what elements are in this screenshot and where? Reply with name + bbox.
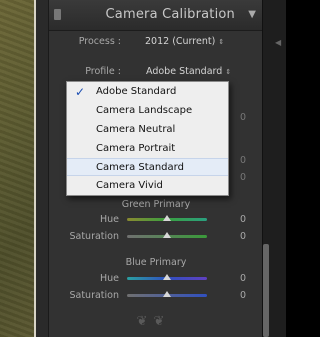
photo-preview — [0, 0, 34, 337]
panel-enable-toggle[interactable] — [54, 9, 61, 20]
green-hue-value[interactable]: 0 — [240, 214, 246, 225]
menu-item-camera-standard[interactable]: Camera Standard — [67, 158, 228, 176]
blue-hue-label: Hue — [99, 273, 119, 284]
blue-saturation-thumb[interactable] — [163, 291, 171, 297]
menu-item-camera-portrait[interactable]: Camera Portrait — [67, 140, 228, 158]
process-value: 2012 (Current) — [145, 36, 216, 47]
profile-value: Adobe Standard — [146, 66, 223, 77]
blue-saturation-label: Saturation — [69, 290, 119, 301]
menu-item-adobe-standard[interactable]: ✓ Adobe Standard — [67, 83, 228, 101]
menu-item-label: Camera Standard — [96, 162, 184, 173]
green-saturation-label: Saturation — [69, 231, 119, 242]
triangle-left-icon[interactable]: ◀ — [275, 38, 281, 47]
blue-saturation-value[interactable]: 0 — [240, 290, 246, 301]
green-saturation-thumb[interactable] — [163, 232, 171, 238]
menu-item-label: Camera Neutral — [96, 124, 176, 135]
scrollbar-thumb[interactable] — [263, 244, 269, 337]
blue-hue-value[interactable]: 0 — [240, 273, 246, 284]
checkmark-icon: ✓ — [75, 85, 86, 99]
slider-value: 0 — [239, 172, 246, 183]
profile-label: Profile : — [85, 66, 121, 77]
photo-canvas — [0, 0, 48, 337]
menu-item-label: Camera Vivid — [96, 180, 163, 191]
slider-value: 0 — [239, 112, 246, 123]
panel-title: Camera Calibration — [105, 7, 235, 22]
profile-select[interactable]: Adobe Standard ⇕ — [146, 66, 231, 77]
menu-item-label: Camera Landscape — [96, 105, 193, 116]
panel-scrollbar[interactable]: ◀ — [262, 0, 286, 337]
green-saturation-value[interactable]: 0 — [240, 231, 246, 242]
blue-primary-title: Blue Primary — [125, 257, 187, 268]
panel-header[interactable]: Camera Calibration ▼ — [49, 0, 262, 31]
blue-hue-thumb[interactable] — [163, 274, 171, 280]
updown-caret-icon: ⇕ — [225, 68, 232, 76]
panel-end-ornament-icon: ❦ ❦ — [136, 314, 166, 329]
green-hue-thumb[interactable] — [163, 215, 171, 221]
triangle-down-icon[interactable]: ▼ — [248, 9, 256, 20]
updown-caret-icon: ⇕ — [218, 38, 225, 46]
slider-value: 0 — [239, 155, 246, 166]
menu-item-camera-vivid[interactable]: Camera Vivid — [67, 177, 228, 195]
menu-item-label: Adobe Standard — [96, 86, 177, 97]
process-select[interactable]: 2012 (Current) ⇕ — [145, 36, 224, 47]
green-primary-title: Green Primary — [121, 199, 191, 210]
menu-item-camera-neutral[interactable]: Camera Neutral — [67, 121, 228, 139]
profile-dropdown-menu: ✓ Adobe Standard Camera Landscape Camera… — [66, 81, 229, 196]
menu-item-label: Camera Portrait — [96, 143, 176, 154]
menu-item-camera-landscape[interactable]: Camera Landscape — [67, 102, 228, 120]
photo-border — [34, 0, 36, 337]
green-hue-label: Hue — [99, 214, 119, 225]
process-label: Process : — [78, 36, 121, 47]
